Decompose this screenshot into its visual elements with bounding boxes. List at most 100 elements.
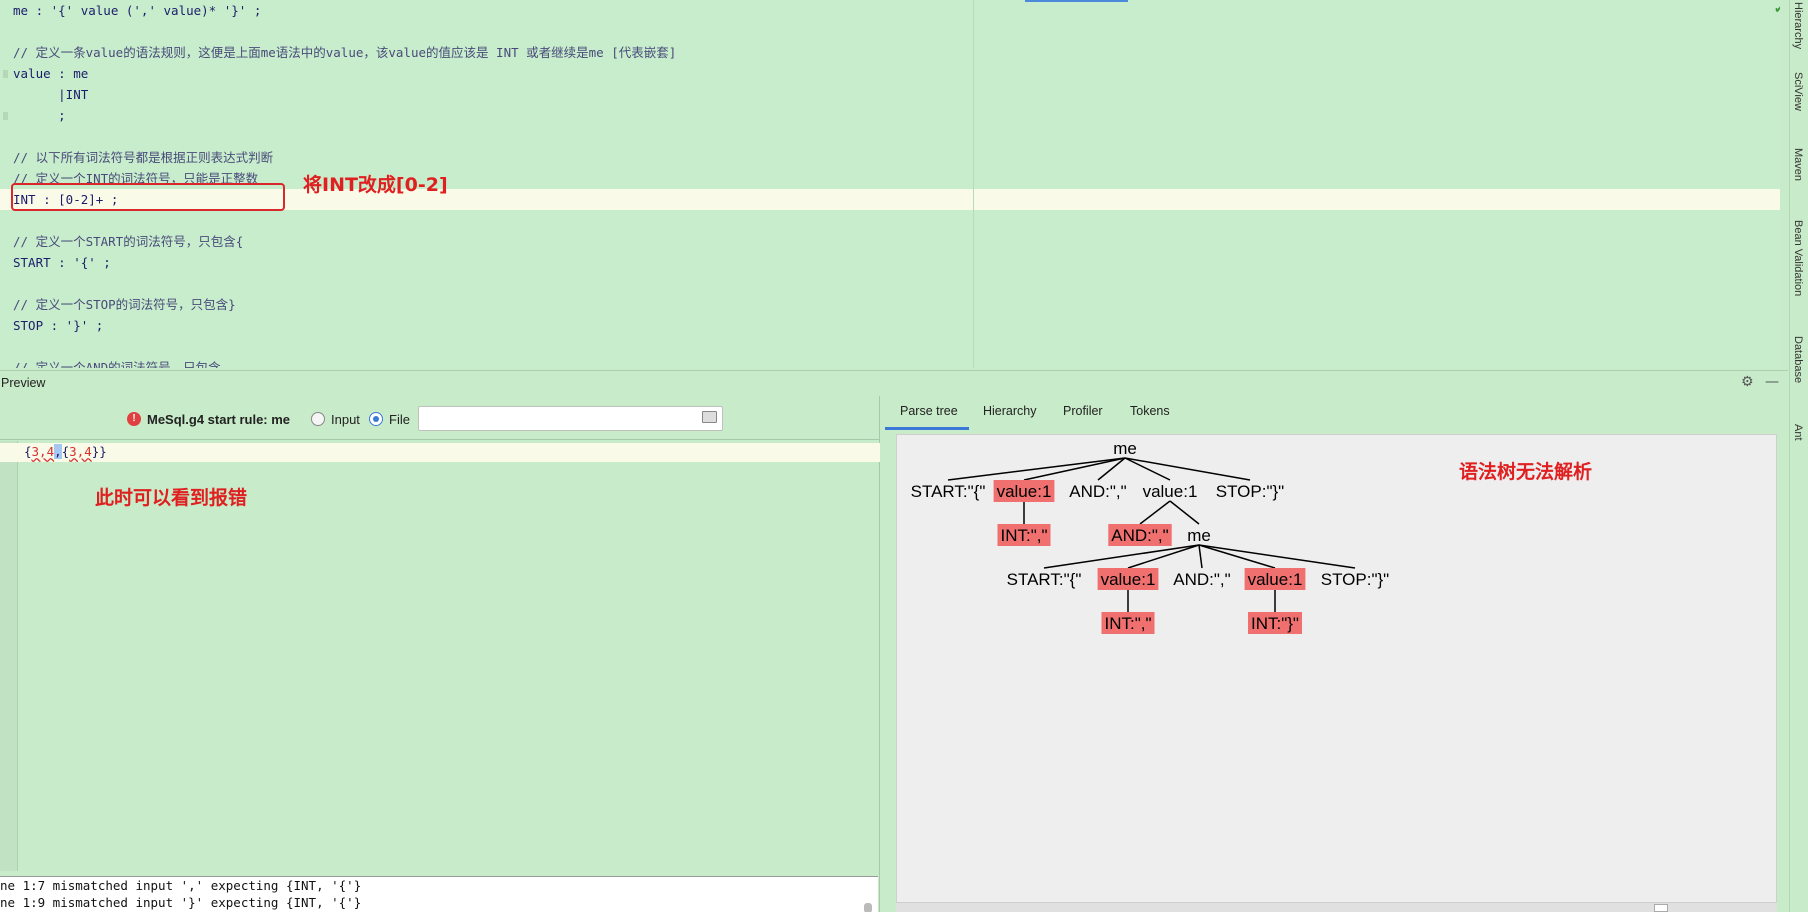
gear-icon[interactable]: ⚙ [1741,374,1754,390]
code-comment-line[interactable]: // 定义一个STOP的词法符号，只包含} [13,294,236,315]
input-token: }} [91,444,107,459]
tree-node[interactable]: AND:"," [1069,482,1126,501]
console-line: ne 1:9 mismatched input '}' expecting {I… [0,895,362,910]
tree-node-label: AND:"," [1173,570,1230,589]
tree-node-label: START:"{" [911,482,986,501]
input-line-highlight [0,443,880,462]
folder-icon[interactable] [702,411,717,423]
grammar-editor[interactable]: me : '{' value (',' value)* '}' ; // 定义一条… [0,0,1780,368]
fold-marker[interactable] [3,112,8,120]
tree-node-label: me [1113,439,1137,458]
tree-node-label: value:1 [997,482,1052,501]
tree-node-label: INT:"}" [1251,614,1299,633]
tree-node[interactable]: me [1113,439,1137,458]
tree-node[interactable]: STOP:"}" [1216,482,1284,501]
console-line: ne 1:7 mismatched input ',' expecting {I… [0,878,362,893]
tree-node-label: me [1187,526,1211,545]
tree-edge [1198,544,1356,569]
code-line[interactable]: value : me [13,63,88,84]
minimize-icon[interactable]: — [1765,374,1779,390]
error-icon: ! [127,412,141,426]
tab-tokens[interactable]: Tokens [1130,404,1170,418]
code-comment-line[interactable]: // 定义一个START的词法符号，只包含{ [13,231,243,252]
tree-edge [1139,500,1171,525]
tree-edge [1043,544,1200,569]
input-selected-token: , [54,444,62,459]
tree-node-label: value:1 [1143,482,1198,501]
code-comment-line[interactable]: // 以下所有词法符号都是根据正则表达式判断 [13,147,273,168]
tree-node-label: AND:"," [1111,526,1168,545]
tree-edge [1124,457,1251,481]
tree-node-error[interactable]: AND:"," [1108,524,1172,546]
tree-node[interactable]: me [1187,526,1211,545]
fold-marker[interactable] [3,70,8,78]
file-path-input[interactable] [418,406,723,431]
code-line[interactable]: START : '{' ; [13,252,111,273]
tree-edge [1198,544,1276,569]
tree-node[interactable]: AND:"," [1173,570,1230,589]
tree-node-label: value:1 [1248,570,1303,589]
parse-tree-svg: me START:"{" value:1 AND:"," value:1 STOP:"}"… [911,439,1389,634]
tree-node-error[interactable]: INT:"," [1101,612,1155,634]
code-line[interactable]: ; [13,105,66,126]
tree-node[interactable]: value:1 [1143,482,1198,501]
tree-node-label: START:"{" [1007,570,1082,589]
tool-window-maven[interactable]: Maven [1792,148,1804,181]
code-comment-line[interactable]: // 定义一个AND的词法符号，只包含, [13,357,228,368]
tree-node[interactable]: START:"{" [1007,570,1082,589]
input-panel: ! MeSql.g4 start rule: me Input File {3,… [0,396,880,912]
tree-h-scroll-thumb[interactable] [1654,904,1668,912]
tree-node-label: INT:"," [1000,526,1047,545]
annotation-box [11,183,285,211]
active-tab-indicator [885,427,969,430]
tool-window-database[interactable]: Database [1792,336,1804,383]
preview-title: Preview [1,376,46,390]
input-token: { [24,444,32,459]
start-rule-label: MeSql.g4 start rule: me [147,412,291,427]
active-tab-marker [1025,0,1128,2]
tree-edge [1127,544,1200,569]
tree-node-error[interactable]: INT:"}" [1248,612,1302,634]
code-line[interactable]: |INT [13,84,88,105]
tree-node-label: STOP:"}" [1216,482,1284,501]
code-line[interactable]: me : '{' value (',' value)* '}' ; [13,0,261,21]
tab-profiler[interactable]: Profiler [1063,404,1103,418]
tree-node-error[interactable]: value:1 [993,480,1055,502]
tree-node[interactable]: START:"{" [911,482,986,501]
file-radio-label[interactable]: File [389,412,410,427]
tree-node-error[interactable]: value:1 [1097,568,1159,590]
input-radio[interactable] [311,412,325,426]
tab-parse-tree[interactable]: Parse tree [900,404,958,418]
tab-hierarchy[interactable]: Hierarchy [983,404,1037,418]
input-text[interactable]: {3,4,{3,4}} [24,444,107,459]
tree-node-error[interactable]: value:1 [1244,568,1306,590]
tool-window-sciview[interactable]: SciView [1792,72,1804,111]
tree-node[interactable]: STOP:"}" [1321,570,1389,589]
tree-tabs: Parse tree Hierarchy Profiler Tokens [885,396,1787,430]
tree-edge [1198,544,1203,569]
tree-edge [1169,500,1200,525]
check-icon: ✔ [1774,2,1780,17]
input-radio-label[interactable]: Input [331,412,360,427]
file-radio[interactable] [369,412,383,426]
editor-annotation: 将INT改成[0-2] [303,174,448,196]
right-tool-strip: Hierarchy SciView Maven Bean Validation … [1789,0,1808,912]
tool-window-ant[interactable]: Ant [1792,424,1804,441]
tool-window-bean-validation[interactable]: Bean Validation [1792,220,1804,296]
error-console: ne 1:7 mismatched input ',' expecting {I… [0,876,878,912]
preview-header: Preview ⚙ — [0,370,1788,395]
input-error-token: 3,4 [31,444,55,459]
input-annotation: 此时可以看到报错 [95,487,248,509]
code-line[interactable]: STOP : '}' ; [13,315,103,336]
tree-h-scrollbar[interactable] [896,903,1777,912]
tree-node-error[interactable]: INT:"," [997,524,1051,546]
right-margin-guide [973,0,974,368]
tree-annotation: 语法树无法解析 [1459,461,1593,483]
console-scrollbar[interactable] [864,903,872,912]
code-comment-line[interactable]: // 定义一条value的语法规则，这便是上面me语法中的value，该valu… [13,42,676,63]
input-gutter [0,441,18,871]
preview-toolbar: ! MeSql.g4 start rule: me Input File [0,396,880,440]
parse-tree-view[interactable]: me START:"{" value:1 AND:"," value:1 STOP:"}"… [896,434,1777,903]
tree-node-label: value:1 [1101,570,1156,589]
tool-window-hierarchy[interactable]: Hierarchy [1792,2,1804,49]
